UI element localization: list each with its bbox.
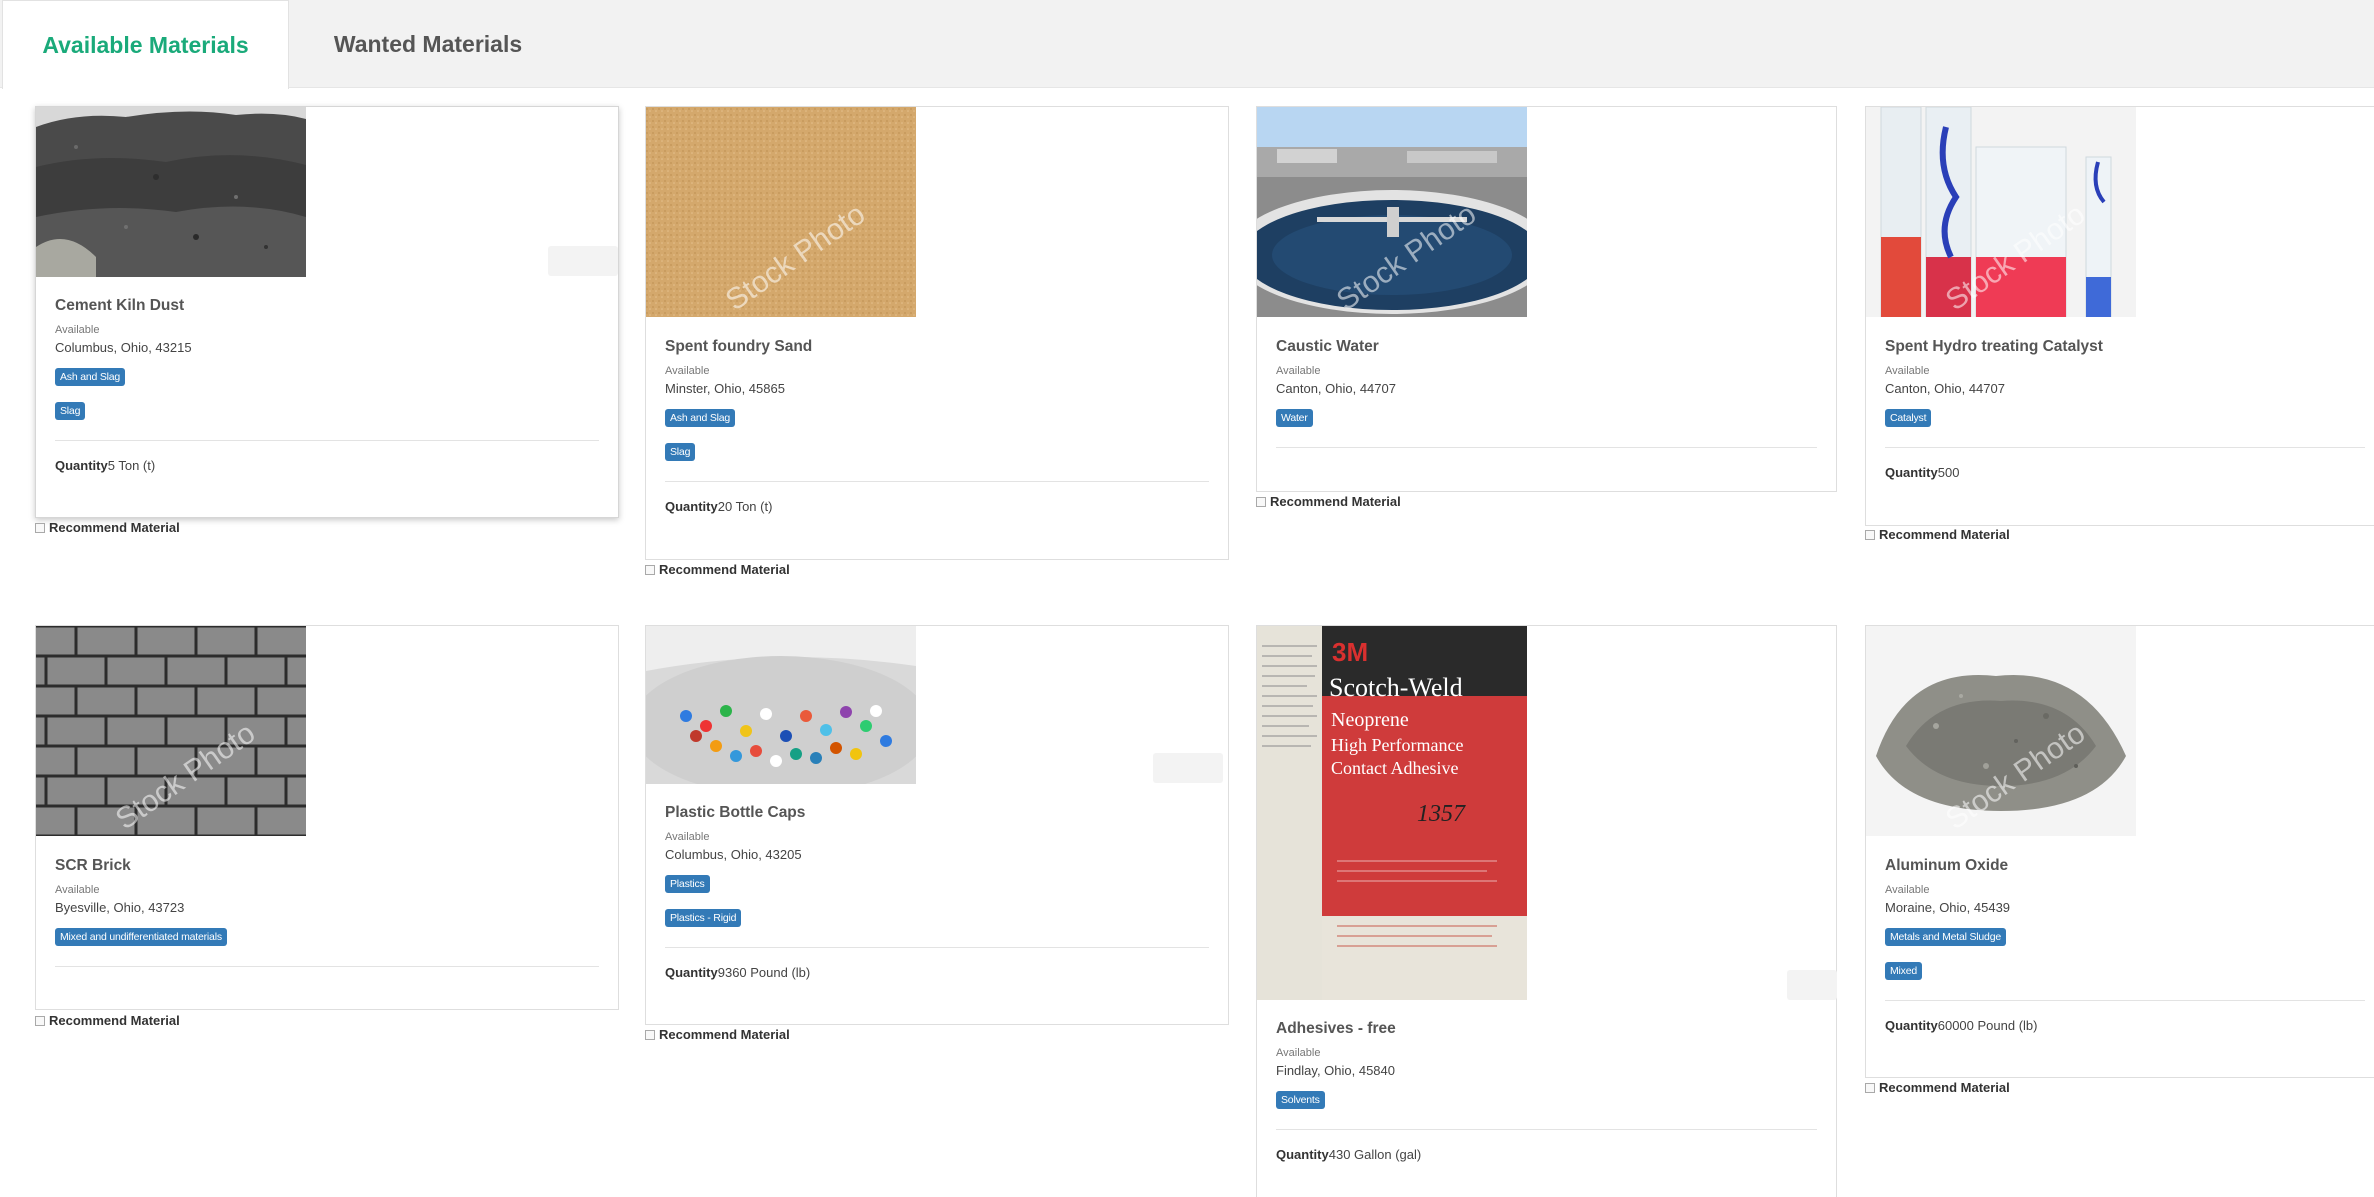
category-tag[interactable]: Plastics - Rigid <box>665 909 742 927</box>
status-text: Available <box>1276 365 1321 377</box>
divider <box>55 440 599 441</box>
tab-bar: Available Materials Wanted Materials <box>0 0 2374 89</box>
material-title[interactable]: Adhesives - free <box>1276 1020 1817 1038</box>
quantity-text: Quantity20 Ton (t) <box>665 499 773 514</box>
divider <box>1276 447 1817 448</box>
material-title[interactable]: Aluminum Oxide <box>1885 857 2365 875</box>
material-title[interactable]: Cement Kiln Dust <box>55 297 599 315</box>
material-image[interactable]: Stock Photo <box>36 626 306 836</box>
material-title[interactable]: SCR Brick <box>55 857 599 875</box>
divider <box>1885 447 2365 448</box>
can-line2: High Performance <box>1331 735 1463 755</box>
recommend-material[interactable]: Recommend Material <box>645 562 790 577</box>
category-tag[interactable]: Catalyst <box>1885 409 1932 427</box>
recommend-checkbox[interactable] <box>35 1015 45 1026</box>
recommend-checkbox[interactable] <box>645 1029 655 1040</box>
material-image[interactable]: Stock Photo <box>1866 107 2136 317</box>
recommend-checkbox[interactable] <box>1256 496 1266 507</box>
category-tag[interactable]: Ash and Slag <box>665 409 736 427</box>
material-image[interactable]: Stock Photo <box>646 107 916 317</box>
ghost-button[interactable] <box>1787 970 1837 1000</box>
divider <box>665 481 1209 482</box>
material-card[interactable]: Stock Photo SCR Brick Available Byesvill… <box>35 625 619 1010</box>
category-tag[interactable]: Slag <box>55 402 86 420</box>
location-text: Moraine, Ohio, 45439 <box>1885 900 2011 915</box>
location-text: Columbus, Ohio, 43205 <box>665 847 802 862</box>
status-text: Available <box>1276 1047 1321 1059</box>
material-card[interactable]: Stock Photo Aluminum Oxide Available Mor… <box>1865 625 2374 1078</box>
divider <box>1276 1129 1817 1130</box>
can-line3: Contact Adhesive <box>1331 758 1458 778</box>
can-code: 1357 <box>1417 801 1466 827</box>
status-text: Available <box>665 831 710 843</box>
recommend-material[interactable]: Recommend Material <box>35 1013 180 1028</box>
recommend-material[interactable]: Recommend Material <box>35 520 180 535</box>
quantity-text: Quantity9360 Pound (lb) <box>665 965 811 980</box>
material-card[interactable]: Cement Kiln Dust Available Columbus, Ohi… <box>35 106 619 518</box>
material-image[interactable]: Stock Photo <box>1257 107 1527 317</box>
status-text: Available <box>55 324 100 336</box>
category-tag[interactable]: Water <box>1276 409 1313 427</box>
location-text: Findlay, Ohio, 45840 <box>1276 1063 1395 1078</box>
status-text: Available <box>1885 884 1930 896</box>
recommend-checkbox[interactable] <box>645 564 655 575</box>
material-image[interactable]: 3M Scotch-Weld Neoprene High Performance… <box>1257 626 1527 1000</box>
material-image[interactable] <box>646 626 916 784</box>
divider <box>55 966 599 967</box>
material-title[interactable]: Spent Hydro treating Catalyst <box>1885 338 2365 356</box>
recommend-material[interactable]: Recommend Material <box>1865 1080 2010 1095</box>
category-tag[interactable]: Slag <box>665 443 696 461</box>
quantity-text: Quantity5 Ton (t) <box>55 458 156 473</box>
quantity-text: Quantity430 Gallon (gal) <box>1276 1147 1422 1162</box>
status-text: Available <box>665 365 710 377</box>
status-text: Available <box>55 884 100 896</box>
material-title[interactable]: Plastic Bottle Caps <box>665 804 1209 822</box>
location-text: Canton, Ohio, 44707 <box>1885 381 2005 396</box>
category-tag[interactable]: Plastics <box>665 875 710 893</box>
can-line1: Neoprene <box>1331 709 1409 731</box>
quantity-text: Quantity60000 Pound (lb) <box>1885 1018 2038 1033</box>
ghost-button[interactable] <box>1153 753 1223 783</box>
category-tag[interactable]: Metals and Metal Sludge <box>1885 928 2006 946</box>
tab-available-materials[interactable]: Available Materials <box>2 0 289 89</box>
material-card[interactable]: 3M Scotch-Weld Neoprene High Performance… <box>1256 625 1837 1197</box>
material-card[interactable]: Plastic Bottle Caps Available Columbus, … <box>645 625 1229 1025</box>
quantity-text: Quantity500 <box>1885 465 1960 480</box>
recommend-material[interactable]: Recommend Material <box>1256 494 1401 509</box>
can-product: Scotch-Weld <box>1329 673 1463 702</box>
divider <box>1885 1000 2365 1001</box>
category-tag[interactable]: Ash and Slag <box>55 368 126 386</box>
recommend-checkbox[interactable] <box>1865 1082 1875 1093</box>
divider <box>665 947 1209 948</box>
material-card[interactable]: Stock Photo Spent foundry Sand Available… <box>645 106 1229 560</box>
material-card[interactable]: Stock Photo Spent Hydro treating Catalys… <box>1865 106 2374 526</box>
recommend-material[interactable]: Recommend Material <box>645 1027 790 1042</box>
tab-wanted-materials[interactable]: Wanted Materials <box>290 0 566 88</box>
material-title[interactable]: Spent foundry Sand <box>665 338 1209 356</box>
category-tag[interactable]: Mixed and undifferentiated materials <box>55 928 227 946</box>
category-tag[interactable]: Solvents <box>1276 1091 1325 1109</box>
recommend-material[interactable]: Recommend Material <box>1865 527 2010 542</box>
recommend-checkbox[interactable] <box>35 522 45 533</box>
material-title[interactable]: Caustic Water <box>1276 338 1817 356</box>
can-brand: 3M <box>1332 637 1368 667</box>
material-image[interactable] <box>36 107 306 277</box>
location-text: Columbus, Ohio, 43215 <box>55 340 192 355</box>
status-text: Available <box>1885 365 1930 377</box>
material-card[interactable]: Stock Photo Caustic Water Available Cant… <box>1256 106 1837 492</box>
location-text: Canton, Ohio, 44707 <box>1276 381 1396 396</box>
material-image[interactable]: Stock Photo <box>1866 626 2136 836</box>
location-text: Minster, Ohio, 45865 <box>665 381 785 396</box>
ghost-button[interactable] <box>548 246 618 276</box>
category-tag[interactable]: Mixed <box>1885 962 1923 980</box>
location-text: Byesville, Ohio, 43723 <box>55 900 185 915</box>
recommend-checkbox[interactable] <box>1865 529 1875 540</box>
